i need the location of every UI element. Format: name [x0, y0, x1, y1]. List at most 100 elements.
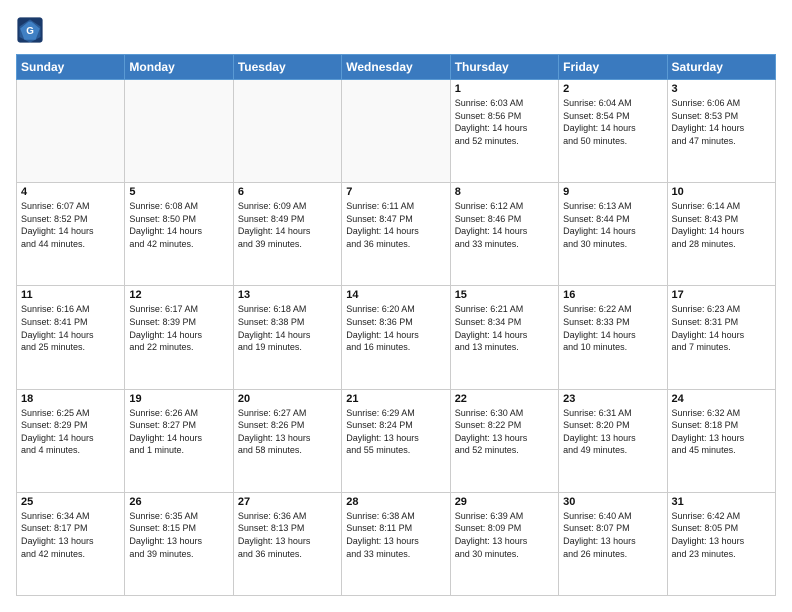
day-number: 22 [455, 393, 554, 405]
day-number: 29 [455, 496, 554, 508]
day-info: Sunrise: 6:18 AMSunset: 8:38 PMDaylight:… [238, 303, 337, 353]
day-info: Sunrise: 6:30 AMSunset: 8:22 PMDaylight:… [455, 407, 554, 457]
calendar-header-friday: Friday [559, 55, 667, 80]
calendar-week-2: 4 Sunrise: 6:07 AMSunset: 8:52 PMDaylight… [17, 183, 776, 286]
calendar-day: 27 Sunrise: 6:36 AMSunset: 8:13 PMDayligh… [233, 492, 341, 595]
day-number: 13 [238, 289, 337, 301]
day-info: Sunrise: 6:34 AMSunset: 8:17 PMDaylight:… [21, 510, 120, 560]
calendar-header-wednesday: Wednesday [342, 55, 450, 80]
calendar-day: 18 Sunrise: 6:25 AMSunset: 8:29 PMDayligh… [17, 389, 125, 492]
day-info: Sunrise: 6:27 AMSunset: 8:26 PMDaylight:… [238, 407, 337, 457]
calendar-day: 15 Sunrise: 6:21 AMSunset: 8:34 PMDayligh… [450, 286, 558, 389]
calendar-day: 29 Sunrise: 6:39 AMSunset: 8:09 PMDayligh… [450, 492, 558, 595]
day-info: Sunrise: 6:17 AMSunset: 8:39 PMDaylight:… [129, 303, 228, 353]
calendar-day: 16 Sunrise: 6:22 AMSunset: 8:33 PMDayligh… [559, 286, 667, 389]
day-number: 4 [21, 186, 120, 198]
day-info: Sunrise: 6:13 AMSunset: 8:44 PMDaylight:… [563, 200, 662, 250]
day-info: Sunrise: 6:14 AMSunset: 8:43 PMDaylight:… [672, 200, 771, 250]
calendar-day [125, 80, 233, 183]
calendar-day: 2 Sunrise: 6:04 AMSunset: 8:54 PMDaylight… [559, 80, 667, 183]
day-number: 20 [238, 393, 337, 405]
calendar-header-sunday: Sunday [17, 55, 125, 80]
day-number: 16 [563, 289, 662, 301]
day-number: 31 [672, 496, 771, 508]
day-number: 11 [21, 289, 120, 301]
calendar-day: 13 Sunrise: 6:18 AMSunset: 8:38 PMDayligh… [233, 286, 341, 389]
day-info: Sunrise: 6:39 AMSunset: 8:09 PMDaylight:… [455, 510, 554, 560]
day-info: Sunrise: 6:35 AMSunset: 8:15 PMDaylight:… [129, 510, 228, 560]
calendar-day: 5 Sunrise: 6:08 AMSunset: 8:50 PMDaylight… [125, 183, 233, 286]
day-number: 10 [672, 186, 771, 198]
calendar-day: 24 Sunrise: 6:32 AMSunset: 8:18 PMDayligh… [667, 389, 775, 492]
day-number: 6 [238, 186, 337, 198]
calendar-day: 25 Sunrise: 6:34 AMSunset: 8:17 PMDayligh… [17, 492, 125, 595]
day-number: 12 [129, 289, 228, 301]
page: G SundayMondayTuesdayWednesdayThursdayFr… [0, 0, 792, 612]
day-info: Sunrise: 6:21 AMSunset: 8:34 PMDaylight:… [455, 303, 554, 353]
calendar-day: 20 Sunrise: 6:27 AMSunset: 8:26 PMDayligh… [233, 389, 341, 492]
calendar-day: 3Sunrise: 6:06 AMSunset: 8:53 PMDaylight… [667, 80, 775, 183]
day-number: 15 [455, 289, 554, 301]
calendar-day: 12 Sunrise: 6:17 AMSunset: 8:39 PMDayligh… [125, 286, 233, 389]
calendar-header-row: SundayMondayTuesdayWednesdayThursdayFrid… [17, 55, 776, 80]
calendar-week-5: 25 Sunrise: 6:34 AMSunset: 8:17 PMDayligh… [17, 492, 776, 595]
day-info: Sunrise: 6:08 AMSunset: 8:50 PMDaylight:… [129, 200, 228, 250]
day-number: 27 [238, 496, 337, 508]
calendar-day: 17Sunrise: 6:23 AMSunset: 8:31 PMDayligh… [667, 286, 775, 389]
day-number: 2 [563, 83, 662, 95]
calendar-week-4: 18 Sunrise: 6:25 AMSunset: 8:29 PMDayligh… [17, 389, 776, 492]
day-number: 21 [346, 393, 445, 405]
header: G [16, 16, 776, 44]
day-info: Sunrise: 6:32 AMSunset: 8:18 PMDaylight:… [672, 407, 771, 457]
calendar-day: 22 Sunrise: 6:30 AMSunset: 8:22 PMDayligh… [450, 389, 558, 492]
calendar-day: 23 Sunrise: 6:31 AMSunset: 8:20 PMDayligh… [559, 389, 667, 492]
day-number: 7 [346, 186, 445, 198]
day-number: 28 [346, 496, 445, 508]
svg-text:G: G [26, 26, 34, 37]
calendar-day: 1 Sunrise: 6:03 AMSunset: 8:56 PMDaylight… [450, 80, 558, 183]
day-info: Sunrise: 6:16 AMSunset: 8:41 PMDaylight:… [21, 303, 120, 353]
calendar-week-3: 11 Sunrise: 6:16 AMSunset: 8:41 PMDayligh… [17, 286, 776, 389]
calendar-header-thursday: Thursday [450, 55, 558, 80]
day-number: 8 [455, 186, 554, 198]
day-info: Sunrise: 6:04 AMSunset: 8:54 PMDaylight:… [563, 97, 662, 147]
day-info: Sunrise: 6:36 AMSunset: 8:13 PMDaylight:… [238, 510, 337, 560]
day-info: Sunrise: 6:07 AMSunset: 8:52 PMDaylight:… [21, 200, 120, 250]
day-number: 24 [672, 393, 771, 405]
day-info: Sunrise: 6:40 AMSunset: 8:07 PMDaylight:… [563, 510, 662, 560]
calendar-table: SundayMondayTuesdayWednesdayThursdayFrid… [16, 54, 776, 596]
day-info: Sunrise: 6:26 AMSunset: 8:27 PMDaylight:… [129, 407, 228, 457]
logo-icon: G [16, 16, 44, 44]
calendar-day: 8 Sunrise: 6:12 AMSunset: 8:46 PMDaylight… [450, 183, 558, 286]
calendar-header-tuesday: Tuesday [233, 55, 341, 80]
day-number: 14 [346, 289, 445, 301]
calendar-day [17, 80, 125, 183]
day-info: Sunrise: 6:03 AMSunset: 8:56 PMDaylight:… [455, 97, 554, 147]
day-info: Sunrise: 6:22 AMSunset: 8:33 PMDaylight:… [563, 303, 662, 353]
day-number: 5 [129, 186, 228, 198]
calendar-day: 9 Sunrise: 6:13 AMSunset: 8:44 PMDaylight… [559, 183, 667, 286]
calendar-day: 4 Sunrise: 6:07 AMSunset: 8:52 PMDaylight… [17, 183, 125, 286]
day-info: Sunrise: 6:31 AMSunset: 8:20 PMDaylight:… [563, 407, 662, 457]
day-number: 18 [21, 393, 120, 405]
calendar-day: 11 Sunrise: 6:16 AMSunset: 8:41 PMDayligh… [17, 286, 125, 389]
calendar-day: 14 Sunrise: 6:20 AMSunset: 8:36 PMDayligh… [342, 286, 450, 389]
calendar-day: 26 Sunrise: 6:35 AMSunset: 8:15 PMDayligh… [125, 492, 233, 595]
day-number: 23 [563, 393, 662, 405]
logo: G [16, 16, 48, 44]
day-number: 17 [672, 289, 771, 301]
day-number: 1 [455, 83, 554, 95]
day-info: Sunrise: 6:25 AMSunset: 8:29 PMDaylight:… [21, 407, 120, 457]
day-number: 25 [21, 496, 120, 508]
day-info: Sunrise: 6:06 AMSunset: 8:53 PMDaylight:… [672, 97, 771, 147]
day-info: Sunrise: 6:12 AMSunset: 8:46 PMDaylight:… [455, 200, 554, 250]
day-info: Sunrise: 6:20 AMSunset: 8:36 PMDaylight:… [346, 303, 445, 353]
day-number: 19 [129, 393, 228, 405]
day-number: 26 [129, 496, 228, 508]
day-number: 9 [563, 186, 662, 198]
day-info: Sunrise: 6:42 AMSunset: 8:05 PMDaylight:… [672, 510, 771, 560]
calendar-day [233, 80, 341, 183]
calendar-day: 6Sunrise: 6:09 AMSunset: 8:49 PMDaylight… [233, 183, 341, 286]
calendar-header-monday: Monday [125, 55, 233, 80]
calendar-week-1: 1 Sunrise: 6:03 AMSunset: 8:56 PMDaylight… [17, 80, 776, 183]
